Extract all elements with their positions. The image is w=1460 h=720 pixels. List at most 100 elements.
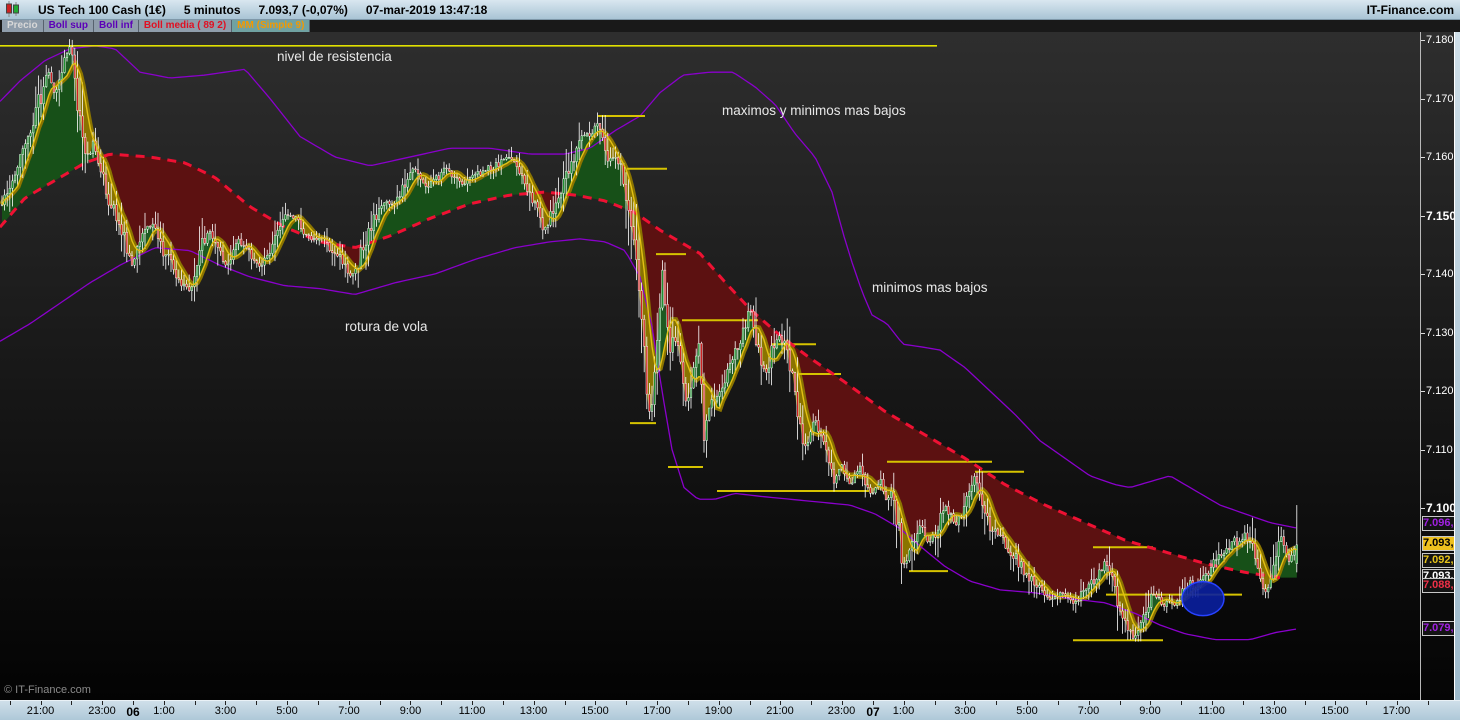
legend-tag-boll-inf[interactable]: Boll inf: [94, 20, 139, 32]
legend-tag-precio[interactable]: Precio: [2, 20, 44, 32]
annotation-nivel-de-resistencia[interactable]: nivel de resistencia: [277, 49, 392, 64]
price-axis-label: 7.130: [1426, 326, 1454, 339]
time-axis-label: 9:00: [1139, 705, 1161, 717]
time-axis-label: 5:00: [1016, 705, 1038, 717]
time-axis-tick: [194, 701, 196, 705]
candlestick-icon-glyph: [6, 0, 19, 17]
price-box: 7.088,2: [1422, 577, 1455, 593]
price-axis-label: 7.120: [1426, 385, 1454, 397]
price-box-tick: [1422, 543, 1423, 545]
time-axis-tick: [1242, 701, 1244, 705]
price-axis-tick: [1421, 391, 1425, 392]
time-axis-tick: [1057, 701, 1059, 705]
time-axis-label: 7:00: [1077, 705, 1100, 717]
time-axis-label: 9:00: [399, 705, 422, 717]
time-axis-label: 15:00: [1321, 705, 1349, 717]
time-axis-label: 17:00: [643, 705, 671, 717]
time-axis-tick: [1119, 701, 1121, 705]
chart-title-bar: US Tech 100 Cash (1€) 5 minutos 7.093,7 …: [0, 0, 1460, 20]
instrument-title: US Tech 100 Cash (1€): [38, 2, 166, 17]
time-axis-tick: [9, 701, 11, 705]
price-axis-label: 7.140: [1426, 268, 1454, 280]
time-axis-tick: [1427, 701, 1429, 705]
price-axis[interactable]: 7.180 7.170 7.160 7.150 7.140 7.130 7.120 7.110…: [1420, 32, 1457, 700]
time-axis-tick: [1181, 701, 1183, 705]
time-axis-label: 13:00: [519, 705, 548, 717]
time-axis-label: 23:00: [88, 705, 116, 717]
price-axis-tick: [1421, 98, 1425, 100]
time-axis-label: 11:00: [458, 705, 486, 717]
trading-platform-window: US Tech 100 Cash (1€) 5 minutos 7.093,7 …: [0, 0, 1460, 720]
price-axis-tick: [1421, 40, 1425, 41]
time-axis[interactable]: 21:00 23:00 06 1:00 3:00 5:00 7:00 9:00 11:00 13:…: [0, 700, 1460, 720]
time-axis-tick: [687, 701, 689, 705]
time-axis-label: 17:00: [1382, 705, 1411, 717]
time-axis-label: 3:00: [214, 705, 237, 717]
time-axis-tick: [811, 701, 813, 705]
price-box-tick: [1422, 560, 1423, 562]
price-axis-label: 7.150: [1426, 208, 1457, 223]
time-axis-tick: [317, 701, 319, 705]
candlestick-icon: [6, 0, 20, 17]
time-axis-tick: [441, 701, 443, 705]
price-axis-label: 7.100: [1426, 501, 1457, 515]
annotation-maximos-y-minimos-mas-bajos[interactable]: maximos y minimos mas bajos: [722, 103, 906, 118]
time-axis-label: 21:00: [26, 705, 55, 717]
time-axis-label: 19:00: [704, 705, 733, 717]
time-axis-tick: [749, 701, 751, 705]
time-axis-label: 5:00: [276, 705, 298, 717]
price-axis-tick: [1421, 449, 1425, 451]
legend-tag-mm-simple9[interactable]: MM (Simple 9): [232, 20, 311, 32]
time-axis-label: 13:00: [1259, 705, 1287, 717]
price-box: 7.079,7: [1422, 620, 1455, 636]
time-axis-tick: [502, 701, 504, 705]
brand-link[interactable]: IT-Finance.com: [1367, 3, 1454, 17]
legend-tag-boll-sup[interactable]: Boll sup: [43, 20, 95, 32]
time-axis-tick: [934, 701, 936, 705]
watermark-copyright: © IT-Finance.com: [4, 684, 91, 696]
price-box: 7.093,2: [1422, 535, 1455, 551]
indicator-legend-row: Precio Boll sup Boll inf Boll media ( 89…: [0, 20, 1460, 32]
time-axis-label: 11:00: [1198, 705, 1225, 717]
time-axis-tick: [379, 701, 381, 705]
price-box-tick: [1422, 628, 1423, 630]
price-box: 7.092,6: [1422, 552, 1455, 568]
time-axis-tick: [1304, 701, 1306, 705]
price-axis-label: 7.170: [1426, 92, 1454, 105]
price-axis-tick: [1421, 332, 1425, 334]
time-axis-tick: [564, 701, 566, 705]
time-axis-label: 15:00: [581, 705, 609, 717]
price-box-tick: [1422, 585, 1423, 587]
time-axis-label: 7:00: [338, 705, 360, 717]
time-axis-tick: [1366, 701, 1368, 705]
price-axis-tick: [1421, 157, 1425, 158]
time-axis-day-label: 07: [866, 705, 880, 719]
price-axis-label: 7.180: [1426, 34, 1454, 46]
time-axis-label: 23:00: [827, 705, 856, 717]
ellipse-drawing: [1181, 580, 1225, 617]
price-box: 7.096,6: [1422, 515, 1455, 531]
time-axis-label: 21:00: [766, 705, 794, 717]
price-axis-tick: [1421, 274, 1425, 275]
annotation-rotura-de-vola[interactable]: rotura de vola: [345, 319, 428, 334]
time-axis-label: 3:00: [954, 705, 976, 717]
time-axis-tick: [996, 701, 998, 705]
last-price-and-change: 7.093,7 (-0,07%): [258, 2, 348, 17]
price-chart-canvas[interactable]: [0, 32, 1420, 700]
right-scrollbar-strip[interactable]: [1454, 32, 1460, 700]
legend-tag-boll-media[interactable]: Boll media ( 89 2): [138, 20, 233, 32]
price-box-tick: [1422, 523, 1423, 525]
annotation-minimos-mas-bajos[interactable]: minimos mas bajos: [872, 280, 988, 295]
price-axis-label: 7.160: [1426, 151, 1454, 163]
timeframe-label: 5 minutos: [183, 2, 241, 17]
time-axis-tick: [626, 701, 628, 705]
time-axis-label: 1:00: [153, 705, 175, 717]
time-axis-label: 1:00: [892, 705, 915, 717]
time-axis-tick: [256, 701, 258, 705]
price-axis-label: 7.110: [1426, 443, 1453, 456]
last-update-datetime: 07-mar-2019 13:47:18: [365, 2, 488, 17]
time-axis-tick: [71, 701, 73, 705]
price-axis-tick: [1421, 508, 1425, 509]
price-axis-tick: [1421, 215, 1425, 217]
time-axis-day-label: 06: [126, 705, 140, 719]
